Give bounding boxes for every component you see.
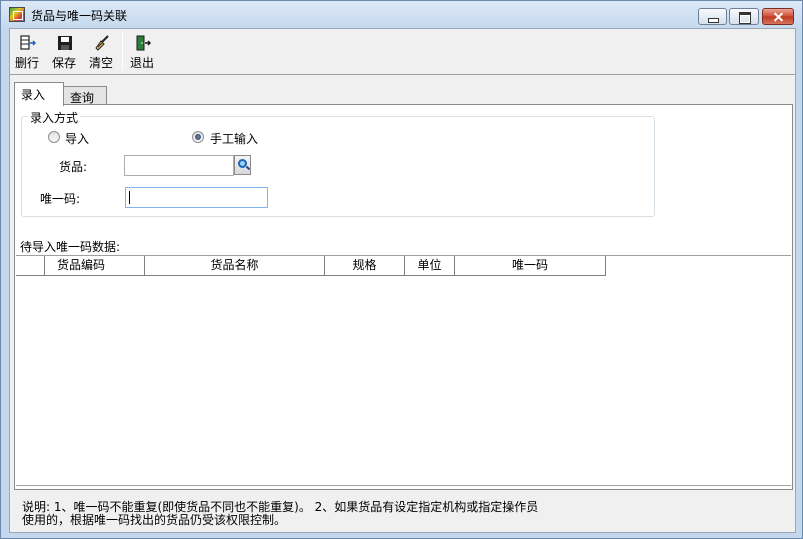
window-title: 货品与唯一码关联 [31,9,128,23]
client-area: 删行 保存 清空 退出 录入 查询 录入方式 导入 手工输入 货品: 唯一码: … [9,28,796,533]
clear-label: 清空 [88,56,113,70]
unique-code-input[interactable] [125,187,268,208]
exit-door-icon [136,35,151,51]
app-window: 货品与唯一码关联 删行 保存 清空 退出 录入 查询 录入方式 导入 手工输入 … [0,0,803,539]
save-label: 保存 [51,56,76,70]
goods-input[interactable] [124,155,234,176]
goods-lookup-button[interactable] [234,155,251,175]
broom-icon [95,35,109,51]
grid-header-goods-code[interactable]: 货品编码 [44,256,117,276]
footer-note: 说明: 1、唯一码不能重复(即使货品不同也不能重复)。 2、如果货品有设定指定机… [22,501,582,527]
title-bar[interactable]: 货品与唯一码关联 [1,1,802,28]
pending-data-grid[interactable]: 货品编码 货品名称 规格 单位 唯一码 [16,255,791,486]
unique-code-label: 唯一码: [40,192,81,206]
grid-header-goods-name[interactable]: 货品名称 [144,256,324,276]
text-caret [129,191,130,204]
radio-import-label: 导入 [65,132,90,146]
delete-row-label: 删行 [14,56,39,70]
minimize-button[interactable] [698,8,727,25]
close-button[interactable] [762,8,794,25]
grid-header: 货品编码 货品名称 规格 单位 唯一码 [16,256,606,276]
grid-header-spec[interactable]: 规格 [324,256,404,276]
tab-entry[interactable]: 录入 [14,82,64,106]
radio-manual[interactable] [192,131,204,143]
grid-header-rowselector[interactable] [16,256,44,276]
save-button[interactable]: 保存 [48,33,80,71]
exit-label: 退出 [129,56,154,70]
entry-mode-title: 录入方式 [28,109,81,126]
entry-mode-group: 录入方式 导入 手工输入 货品: 唯一码: [21,109,655,217]
radio-import[interactable] [48,131,60,143]
toolbar-separator [122,32,123,70]
save-icon [58,36,72,50]
tab-query[interactable]: 查询 [63,86,107,105]
exit-button[interactable]: 退出 [126,33,158,71]
delete-row-icon [20,35,36,50]
pending-data-label: 待导入唯一码数据: [20,240,121,254]
goods-label: 货品: [59,160,88,174]
delete-row-button[interactable]: 删行 [11,33,43,71]
footer-note-line2: 使用的，根据唯一码找出的货品仍受该权限控制。 [22,513,287,527]
radio-manual-label: 手工输入 [210,132,259,146]
grid-header-unit[interactable]: 单位 [404,256,454,276]
entry-panel: 录入方式 导入 手工输入 货品: 唯一码: 待导入唯一码数据: 货品编码 货品名… [14,104,793,490]
maximize-button[interactable] [729,8,759,25]
app-logo-icon [9,7,25,22]
clear-button[interactable]: 清空 [85,33,117,71]
toolbar: 删行 保存 清空 退出 [10,29,795,75]
grid-header-unique-code[interactable]: 唯一码 [454,256,605,276]
